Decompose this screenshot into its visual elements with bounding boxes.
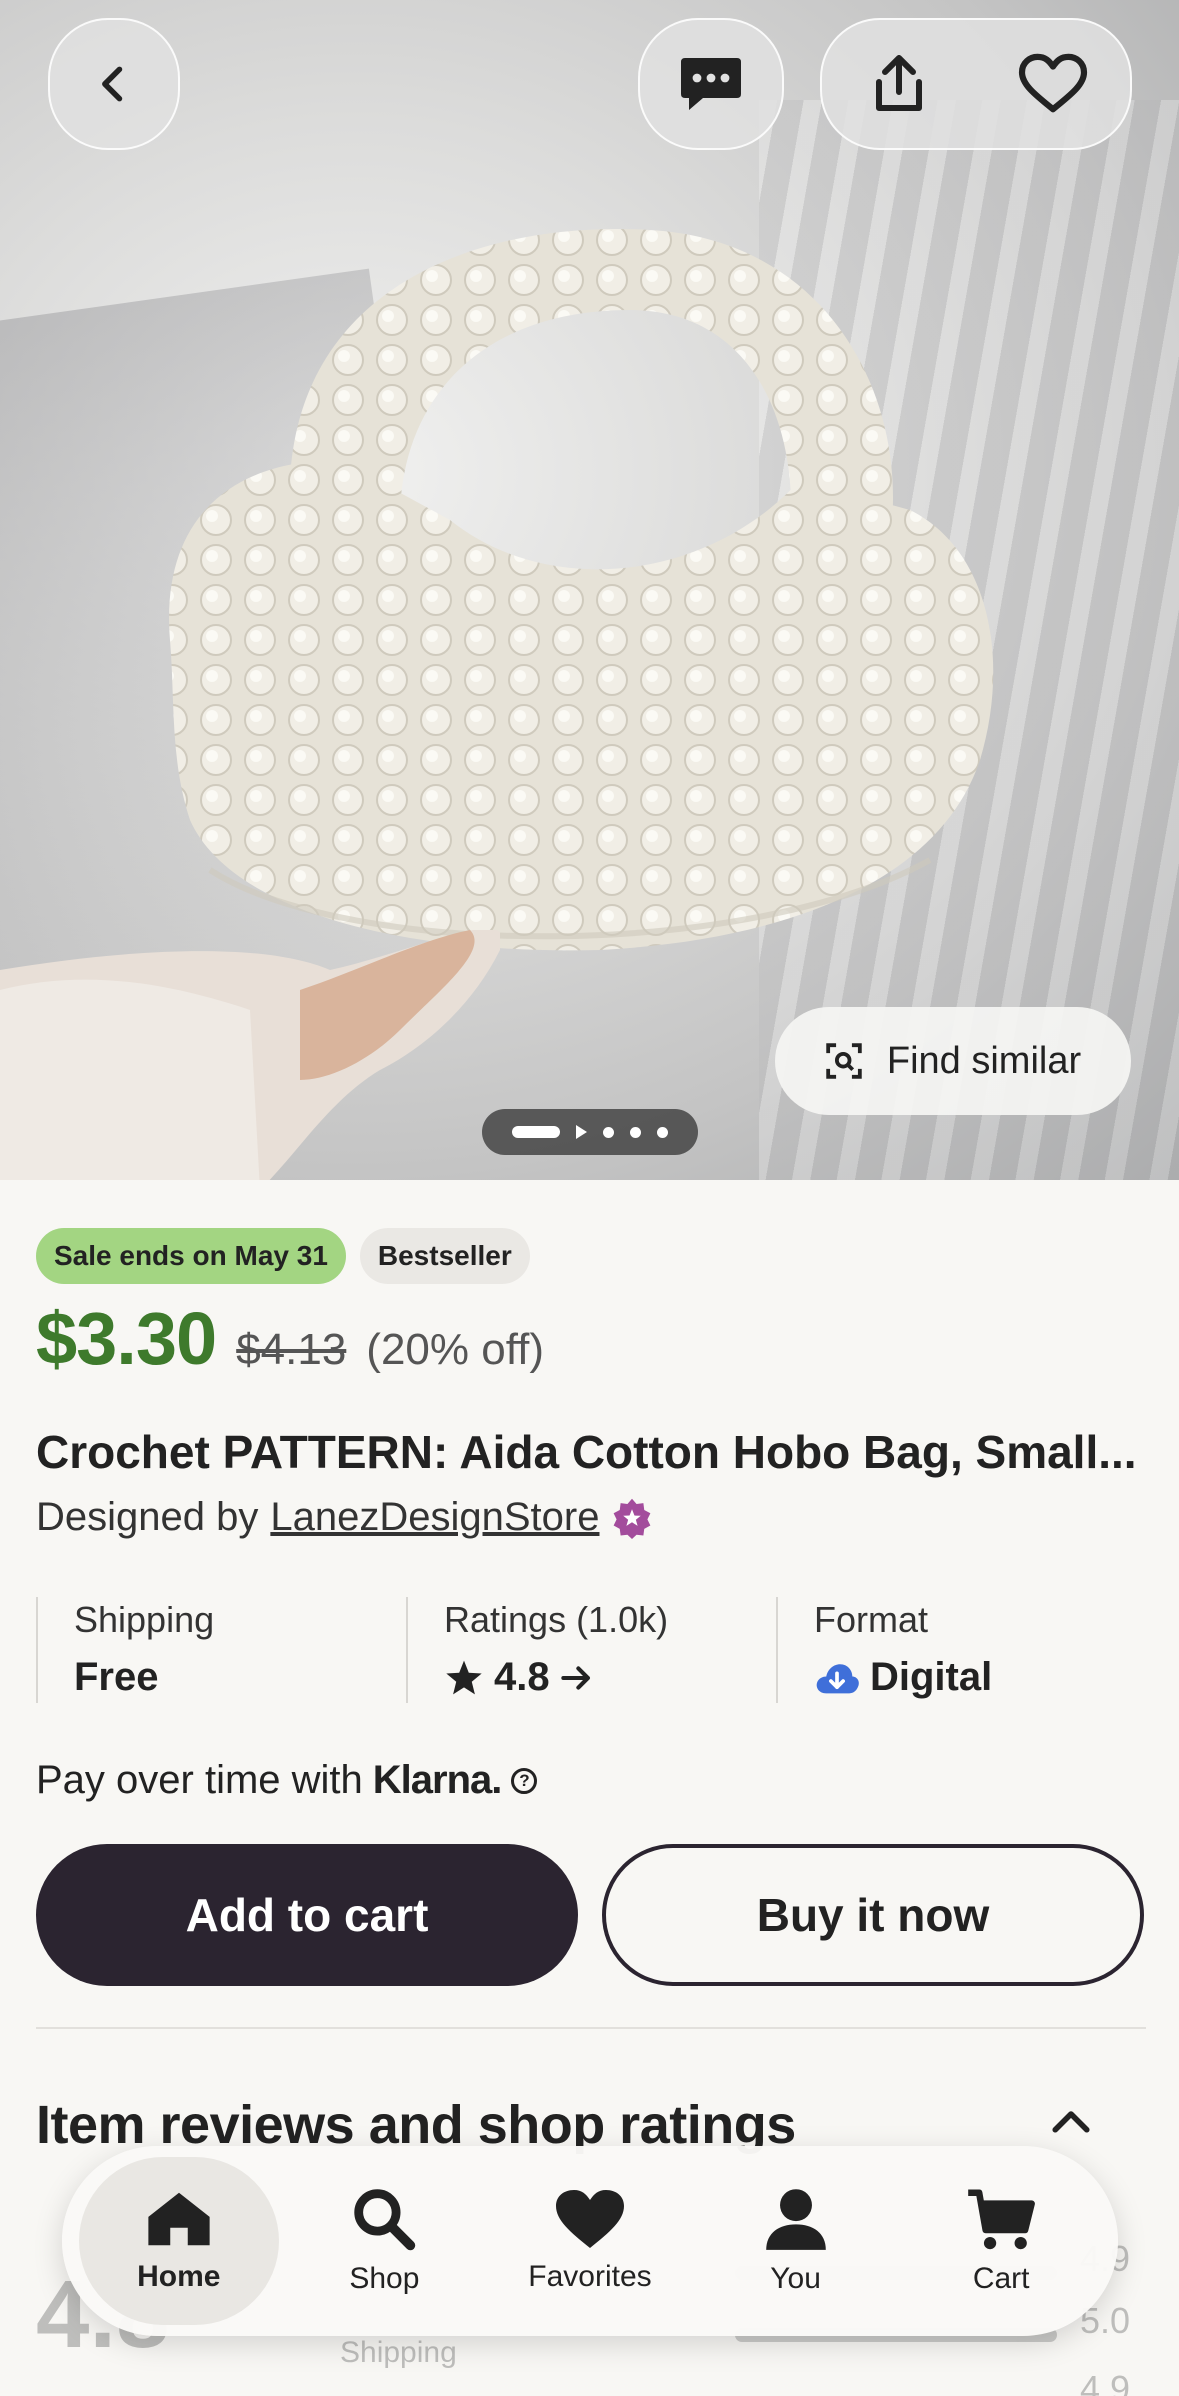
shipping-value: Free xyxy=(74,1655,406,1700)
find-similar-button[interactable]: Find similar xyxy=(775,1007,1131,1115)
carousel-dot-active xyxy=(512,1126,560,1138)
format-value: Digital xyxy=(814,1655,1146,1700)
search-icon xyxy=(354,2189,416,2251)
heart-icon xyxy=(555,2190,624,2248)
bottom-navigation: Home Shop Favorites You Cart xyxy=(62,2146,1118,2336)
star-icon xyxy=(446,1660,482,1694)
shipping-value-text: Free xyxy=(74,1655,159,1699)
nav-you-label: You xyxy=(770,2262,821,2295)
klarna-logo: Klarna. xyxy=(372,1758,503,1802)
sale-badge: Sale ends on May 31 xyxy=(36,1228,346,1284)
designer-row: Designed by LanezDesignStore xyxy=(36,1495,653,1540)
nav-cart[interactable]: Cart xyxy=(901,2157,1101,2325)
message-seller-button[interactable] xyxy=(638,18,784,150)
carousel-indicator[interactable] xyxy=(482,1109,698,1155)
nav-shop-label: Shop xyxy=(349,2262,420,2295)
add-to-cart-button[interactable]: Add to cart xyxy=(36,1844,578,1986)
carousel-dot xyxy=(657,1126,668,1138)
format-label: Format xyxy=(814,1599,929,1640)
nav-favorites-label: Favorites xyxy=(528,2260,652,2293)
carousel-dot xyxy=(603,1126,614,1138)
hand-holding-bag xyxy=(0,930,500,1180)
find-similar-label: Find similar xyxy=(886,1039,1082,1082)
current-price: $3.30 xyxy=(36,1297,217,1380)
nav-home[interactable]: Home xyxy=(78,2157,279,2325)
ratings-value-text: 4.8 xyxy=(494,1655,550,1699)
badges-row: Sale ends on May 31 Bestseller xyxy=(36,1228,530,1284)
video-indicator-icon xyxy=(576,1125,587,1139)
format-value-text: Digital xyxy=(870,1655,993,1699)
arrow-right-icon xyxy=(560,1665,590,1690)
nav-you[interactable]: You xyxy=(696,2157,896,2325)
home-icon xyxy=(148,2192,210,2246)
share-icon xyxy=(876,55,922,111)
klarna-text: Pay over time with xyxy=(36,1758,363,1802)
store-link[interactable]: LanezDesignStore xyxy=(270,1495,599,1540)
shipping-stat: Shipping Free xyxy=(36,1597,406,1703)
buy-now-button[interactable]: Buy it now xyxy=(602,1844,1144,1986)
divider xyxy=(36,2027,1146,2029)
faded-shipping-label: Shipping xyxy=(340,2336,457,2369)
heart-icon xyxy=(1018,53,1088,113)
nav-home-label: Home xyxy=(137,2260,221,2293)
price-row: $3.30 $4.13 (20% off) xyxy=(36,1296,544,1381)
crochet-bag-illustration xyxy=(169,228,994,951)
bestseller-badge: Bestseller xyxy=(359,1228,530,1284)
message-icon xyxy=(681,58,741,110)
stats-row: Shipping Free Ratings (1.0k) 4.8 Format … xyxy=(36,1597,1146,1703)
ratings-label: Ratings (1.0k) xyxy=(444,1599,669,1640)
nav-favorites[interactable]: Favorites xyxy=(490,2157,690,2325)
product-title[interactable]: Crochet PATTERN: Aida Cotton Hobo Bag, S… xyxy=(36,1425,1146,1479)
ratings-value: 4.8 xyxy=(444,1655,776,1700)
visual-search-icon xyxy=(826,1043,862,1079)
chevron-up-icon[interactable] xyxy=(1050,2108,1092,2134)
nav-shop[interactable]: Shop xyxy=(284,2157,484,2325)
shipping-label: Shipping xyxy=(74,1599,215,1640)
klarna-row[interactable]: Pay over time with Klarna. ? xyxy=(36,1758,538,1803)
discount-label: (20% off) xyxy=(366,1325,545,1374)
cloud-download-icon xyxy=(816,1663,859,1693)
person-icon xyxy=(765,2189,826,2250)
star-seller-icon xyxy=(614,1498,651,1539)
help-icon[interactable]: ? xyxy=(511,1767,538,1794)
share-button[interactable] xyxy=(839,24,959,144)
product-page: Find similar Sale ends on May 31 Bestsel… xyxy=(0,0,1179,2396)
carousel-dot xyxy=(630,1126,641,1138)
product-image[interactable]: Find similar xyxy=(0,0,1179,1180)
faded-row-value: 4.9 xyxy=(1080,2368,1131,2396)
original-price: $4.13 xyxy=(236,1325,347,1374)
ratings-stat[interactable]: Ratings (1.0k) 4.8 xyxy=(406,1597,776,1703)
nav-cart-label: Cart xyxy=(972,2262,1030,2295)
cart-icon xyxy=(968,2189,1036,2250)
back-button[interactable] xyxy=(48,18,180,150)
chevron-left-icon xyxy=(102,66,123,102)
favorite-button[interactable] xyxy=(993,24,1113,144)
format-stat: Format Digital xyxy=(776,1597,1146,1703)
share-favorite-group xyxy=(820,18,1132,150)
designed-by-label: Designed by xyxy=(36,1495,259,1539)
